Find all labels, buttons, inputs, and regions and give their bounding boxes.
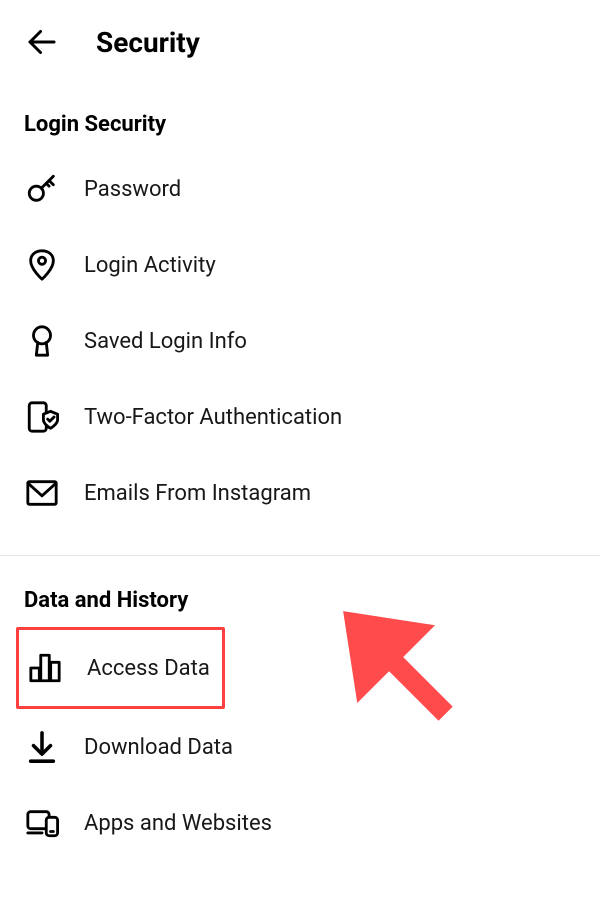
header-bar: Security [0, 0, 600, 84]
menu-item-login-activity[interactable]: Login Activity [24, 227, 576, 303]
menu-item-emails[interactable]: Emails From Instagram [24, 455, 576, 531]
download-icon [24, 729, 60, 765]
menu-item-download-data[interactable]: Download Data [24, 709, 576, 785]
menu-label: Download Data [84, 735, 233, 760]
section-header-data-history: Data and History [24, 560, 576, 627]
menu-label: Saved Login Info [84, 329, 247, 354]
menu-label: Two-Factor Authentication [84, 405, 342, 430]
key-icon [24, 171, 60, 207]
menu-label: Password [84, 177, 181, 202]
location-pin-icon [24, 247, 60, 283]
back-arrow-icon [24, 24, 60, 60]
section-header-login-security: Login Security [24, 84, 576, 151]
menu-label: Emails From Instagram [84, 481, 311, 506]
menu-item-two-factor[interactable]: Two-Factor Authentication [24, 379, 576, 455]
bar-chart-icon [27, 650, 63, 686]
mail-icon [24, 475, 60, 511]
menu-label: Login Activity [84, 253, 216, 278]
devices-icon [24, 805, 60, 841]
menu-label: Access Data [87, 656, 210, 681]
keyhole-icon [24, 323, 60, 359]
menu-item-password[interactable]: Password [24, 151, 576, 227]
menu-item-access-data[interactable]: Access Data [16, 627, 225, 709]
section-data-history: Data and History Access Data Download Da… [0, 555, 600, 861]
section-login-security: Login Security Password Login Activity [0, 84, 600, 531]
page-title: Security [96, 26, 200, 59]
menu-item-saved-login-info[interactable]: Saved Login Info [24, 303, 576, 379]
menu-item-apps-websites[interactable]: Apps and Websites [24, 785, 576, 861]
back-button[interactable] [24, 24, 60, 60]
shield-device-icon [24, 399, 60, 435]
menu-label: Apps and Websites [84, 811, 272, 836]
